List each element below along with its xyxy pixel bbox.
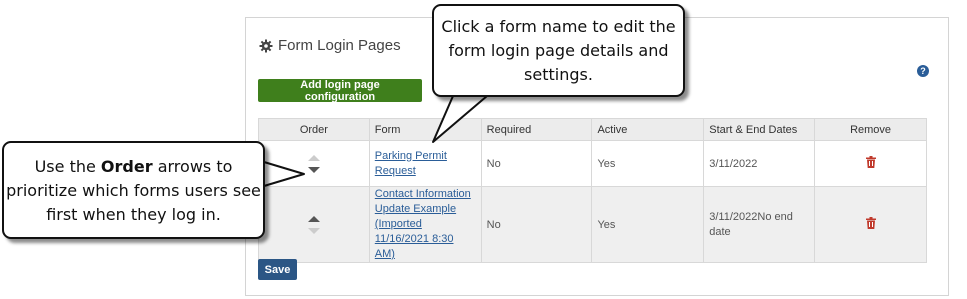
gear-icon [259, 39, 273, 52]
callout-left-pointer [260, 161, 305, 187]
form-cell: Contact Information Update Example (Impo… [368, 186, 482, 263]
form-login-pages-table: Order Form Required Active Start & End D… [258, 118, 927, 263]
callout-left-bold: Order [100, 157, 153, 176]
callout-top-pointer [432, 90, 488, 143]
column-header-dates: Start & End Dates [703, 118, 816, 141]
active-cell: Yes [591, 140, 705, 187]
table-header-row: Order Form Required Active Start & End D… [258, 118, 927, 141]
table-row: Contact Information Update Example (Impo… [258, 186, 927, 263]
trash-icon[interactable] [865, 156, 876, 168]
column-header-active: Active [591, 118, 705, 141]
dates-cell: 3/11/2022No end date [703, 186, 816, 263]
save-button[interactable]: Save [258, 259, 297, 280]
panel-title-text: Form Login Pages [278, 37, 401, 54]
dates-cell: 3/11/2022 [703, 140, 816, 187]
question-circle-icon[interactable]: ? [917, 65, 929, 77]
arrow-up-icon[interactable] [307, 215, 320, 222]
order-cell [258, 186, 370, 263]
callout-left-text-before: Use the [34, 157, 101, 176]
callout-left: Use the Order arrows to prioritize which… [2, 141, 265, 239]
column-header-order: Order [258, 118, 370, 141]
required-cell: No [480, 186, 593, 263]
active-cell: Yes [591, 186, 705, 263]
remove-cell [814, 140, 927, 187]
column-header-remove: Remove [814, 118, 927, 141]
callout-top: Click a form name to edit the form login… [432, 4, 685, 97]
table-row: Parking Permit Request No Yes 3/11/2022 [258, 140, 927, 187]
arrow-down-icon [307, 227, 320, 234]
form-name-link[interactable]: Parking Permit Request [375, 149, 476, 179]
trash-icon[interactable] [865, 217, 876, 229]
panel-title: Form Login Pages [259, 37, 401, 54]
add-login-page-configuration-button[interactable]: Add login page configuration [258, 79, 422, 103]
remove-cell [814, 186, 927, 263]
form-name-link[interactable]: Contact Information Update Example (Impo… [375, 187, 476, 262]
